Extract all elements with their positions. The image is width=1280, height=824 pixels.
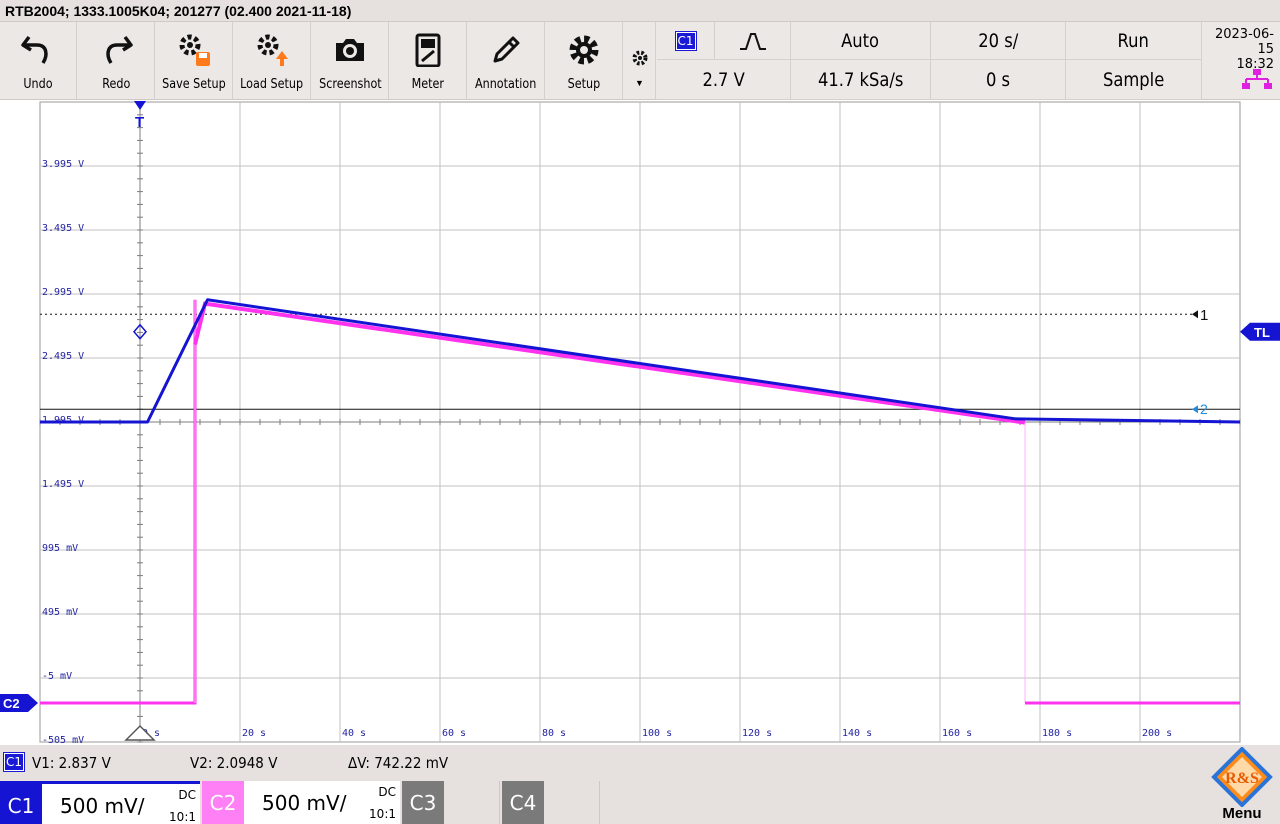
channel-tab-c4[interactable]: C4 [502,781,600,824]
meter-label: Meter [411,77,445,92]
y-tick-label: 2.495 V [42,351,84,362]
chevron-down-icon: ▼ [635,78,644,88]
x-tick-label: 120 s [742,728,772,739]
screenshot-label: Screenshot [318,77,382,92]
gear-icon [566,32,602,68]
channel-tab-c1[interactable]: C1 500 mV/ DC 10:1 [0,781,200,824]
trigger-level-label: TL [1254,325,1270,340]
cursor-measurement-bar: C1 V1: 2.837 V V2: 2.0948 V ΔV: 742.22 m… [0,745,1280,781]
menu-button[interactable]: R&S Menu [1204,745,1280,824]
setup-label: Setup [567,77,601,92]
run-stop-button[interactable]: Run [1066,22,1202,60]
redo-button[interactable]: Redo [78,22,155,100]
sample-rate[interactable]: 41.7 kSa/s [791,60,931,100]
rising-falling-edge-icon [739,32,766,50]
x-tick-label: 20 s [242,728,266,739]
y-tick-label: 3.495 V [42,223,84,234]
window-title: RTB2004; 1333.1005K04; 201277 (02.400 20… [0,0,1280,22]
save-setup-label: Save Setup [162,77,226,92]
datetime-display: 2023-06-15 18:32 [1202,22,1280,100]
undo-icon [20,32,56,68]
toolbar: Undo Redo Save Setup Load Setup Screensh… [0,22,1280,100]
x-tick-label: 200 s [1142,728,1172,739]
logo-text: R&S [1225,770,1259,787]
trigger-slope[interactable] [715,22,791,60]
rs-logo-icon: R&S [1211,747,1273,807]
x-tick-label: 100 s [642,728,672,739]
channel-scale: 500 mV/ [262,791,347,815]
cursor-1-label[interactable]: 1 [1200,307,1208,324]
trigger-level[interactable]: 2.7 V [657,60,791,100]
channel-coupling: DC [178,788,196,802]
more-settings-dropdown[interactable]: ▼ [624,22,656,100]
y-tick-label: 3.995 V [42,159,84,170]
undo-button[interactable]: Undo [0,22,77,100]
pencil-icon [488,32,524,68]
load-setup-label: Load Setup [240,77,304,92]
channel-probe: 10:1 [169,810,196,824]
y-tick-label: -5 mV [42,671,72,682]
load-setup-icon [254,32,290,68]
menu-label: Menu [1222,805,1262,822]
acquisition-mode[interactable]: Sample [1066,60,1202,100]
trigger-mode[interactable]: Auto [791,22,931,60]
annotation-button[interactable]: Annotation [468,22,545,100]
small-gear-dropdown-icon [630,48,650,68]
y-tick-label: -505 mV [42,735,84,745]
x-tick-label: 40 s [342,728,366,739]
channel-scale: 500 mV/ [60,794,145,818]
channel-name: C3 [402,781,444,824]
waveform-display[interactable]: 3.995 V 3.495 V 2.995 V 2.495 V 1.995 V 1.495… [0,100,1280,746]
cursor-2-label[interactable]: 2 [1200,401,1208,417]
channel-tab-c3[interactable]: C3 [402,781,500,824]
timebase[interactable]: 20 s/ [931,22,1066,60]
annotation-label: Annotation [475,77,537,92]
trigger-marker-label: T [135,114,144,131]
trigger-source[interactable]: C1 [657,22,715,60]
cursor-v1: V1: 2.837 V [32,754,111,772]
y-tick-label: 495 mV [42,607,78,618]
x-tick-label: 160 s [942,728,972,739]
channel-name: C1 [0,784,42,824]
redo-icon [98,32,134,68]
x-tick-label: 60 s [442,728,466,739]
save-setup-button[interactable]: Save Setup [156,22,233,100]
waveform-canvas[interactable]: 3.995 V3.495 V2.995 V2.495 V1.995 V1.495… [0,100,1280,746]
cursor-delta-v: ΔV: 742.22 mV [348,754,449,772]
cursor-v2: V2: 2.0948 V [190,754,278,772]
x-tick-label: 140 s [842,728,872,739]
meter-button[interactable]: Meter [390,22,467,100]
channel-probe: 10:1 [369,807,396,821]
x-tick-label: 80 s [542,728,566,739]
channel-offset-label: C2 [3,696,20,711]
y-tick-label: 2.995 V [42,287,84,298]
channel-bar: C1 500 mV/ DC 10:1 C2 500 mV/ DC 10:1 C3… [0,781,1280,824]
y-tick-label: 995 mV [42,543,78,554]
measurement-channel-badge: C1 [3,752,25,772]
camera-icon [332,32,368,68]
redo-label: Redo [101,77,131,92]
load-setup-button[interactable]: Load Setup [234,22,311,100]
channel-name: C4 [502,781,544,824]
trigger-source-badge: C1 [674,30,697,51]
channel-coupling: DC [378,785,396,799]
save-setup-icon [176,32,212,68]
meter-icon [410,32,446,68]
undo-label: Undo [23,77,53,92]
x-tick-label: 180 s [1042,728,1072,739]
network-icon[interactable] [1242,68,1272,90]
screenshot-button[interactable]: Screenshot [312,22,389,100]
channel-name: C2 [202,781,244,824]
setup-button[interactable]: Setup [546,22,623,100]
horizontal-position[interactable]: 0 s [931,60,1066,100]
channel-tab-c2[interactable]: C2 500 mV/ DC 10:1 [202,781,400,824]
date-text: 2023-06-15 [1214,27,1274,57]
y-tick-label: 1.495 V [42,479,84,490]
